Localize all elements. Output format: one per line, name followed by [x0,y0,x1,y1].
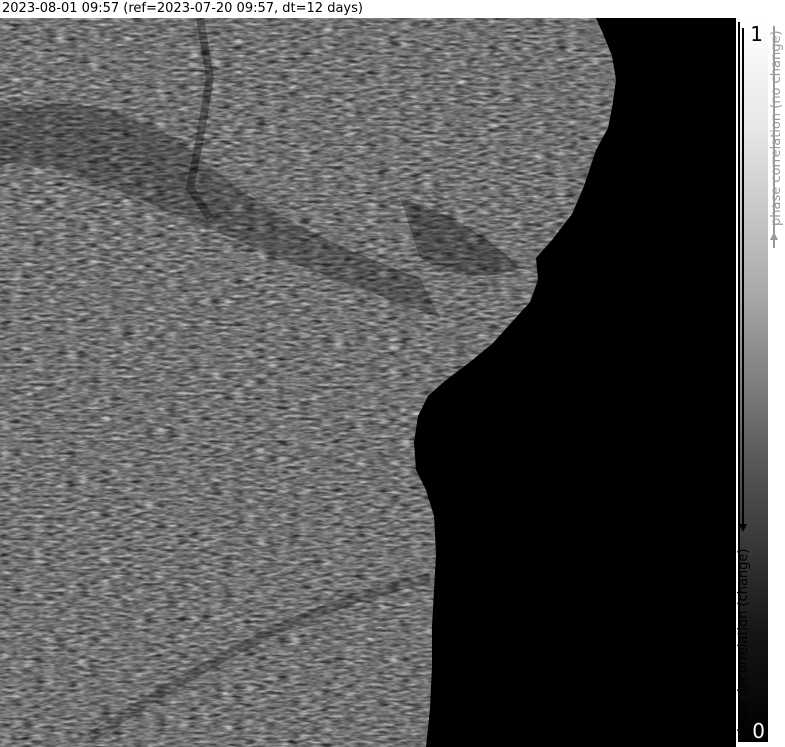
image-title: 2023-08-01 09:57 (ref=2023-07-20 09:57, … [2,1,363,16]
colorbar-top-caption: phase correlation (no change) [769,30,784,226]
colorbar-bottom-caption: phase decorrelation (change) [736,548,751,740]
up-arrow-head-icon [770,232,778,240]
coherence-map [0,18,736,747]
down-arrow-head-icon [739,524,747,532]
coherence-image [0,18,736,747]
